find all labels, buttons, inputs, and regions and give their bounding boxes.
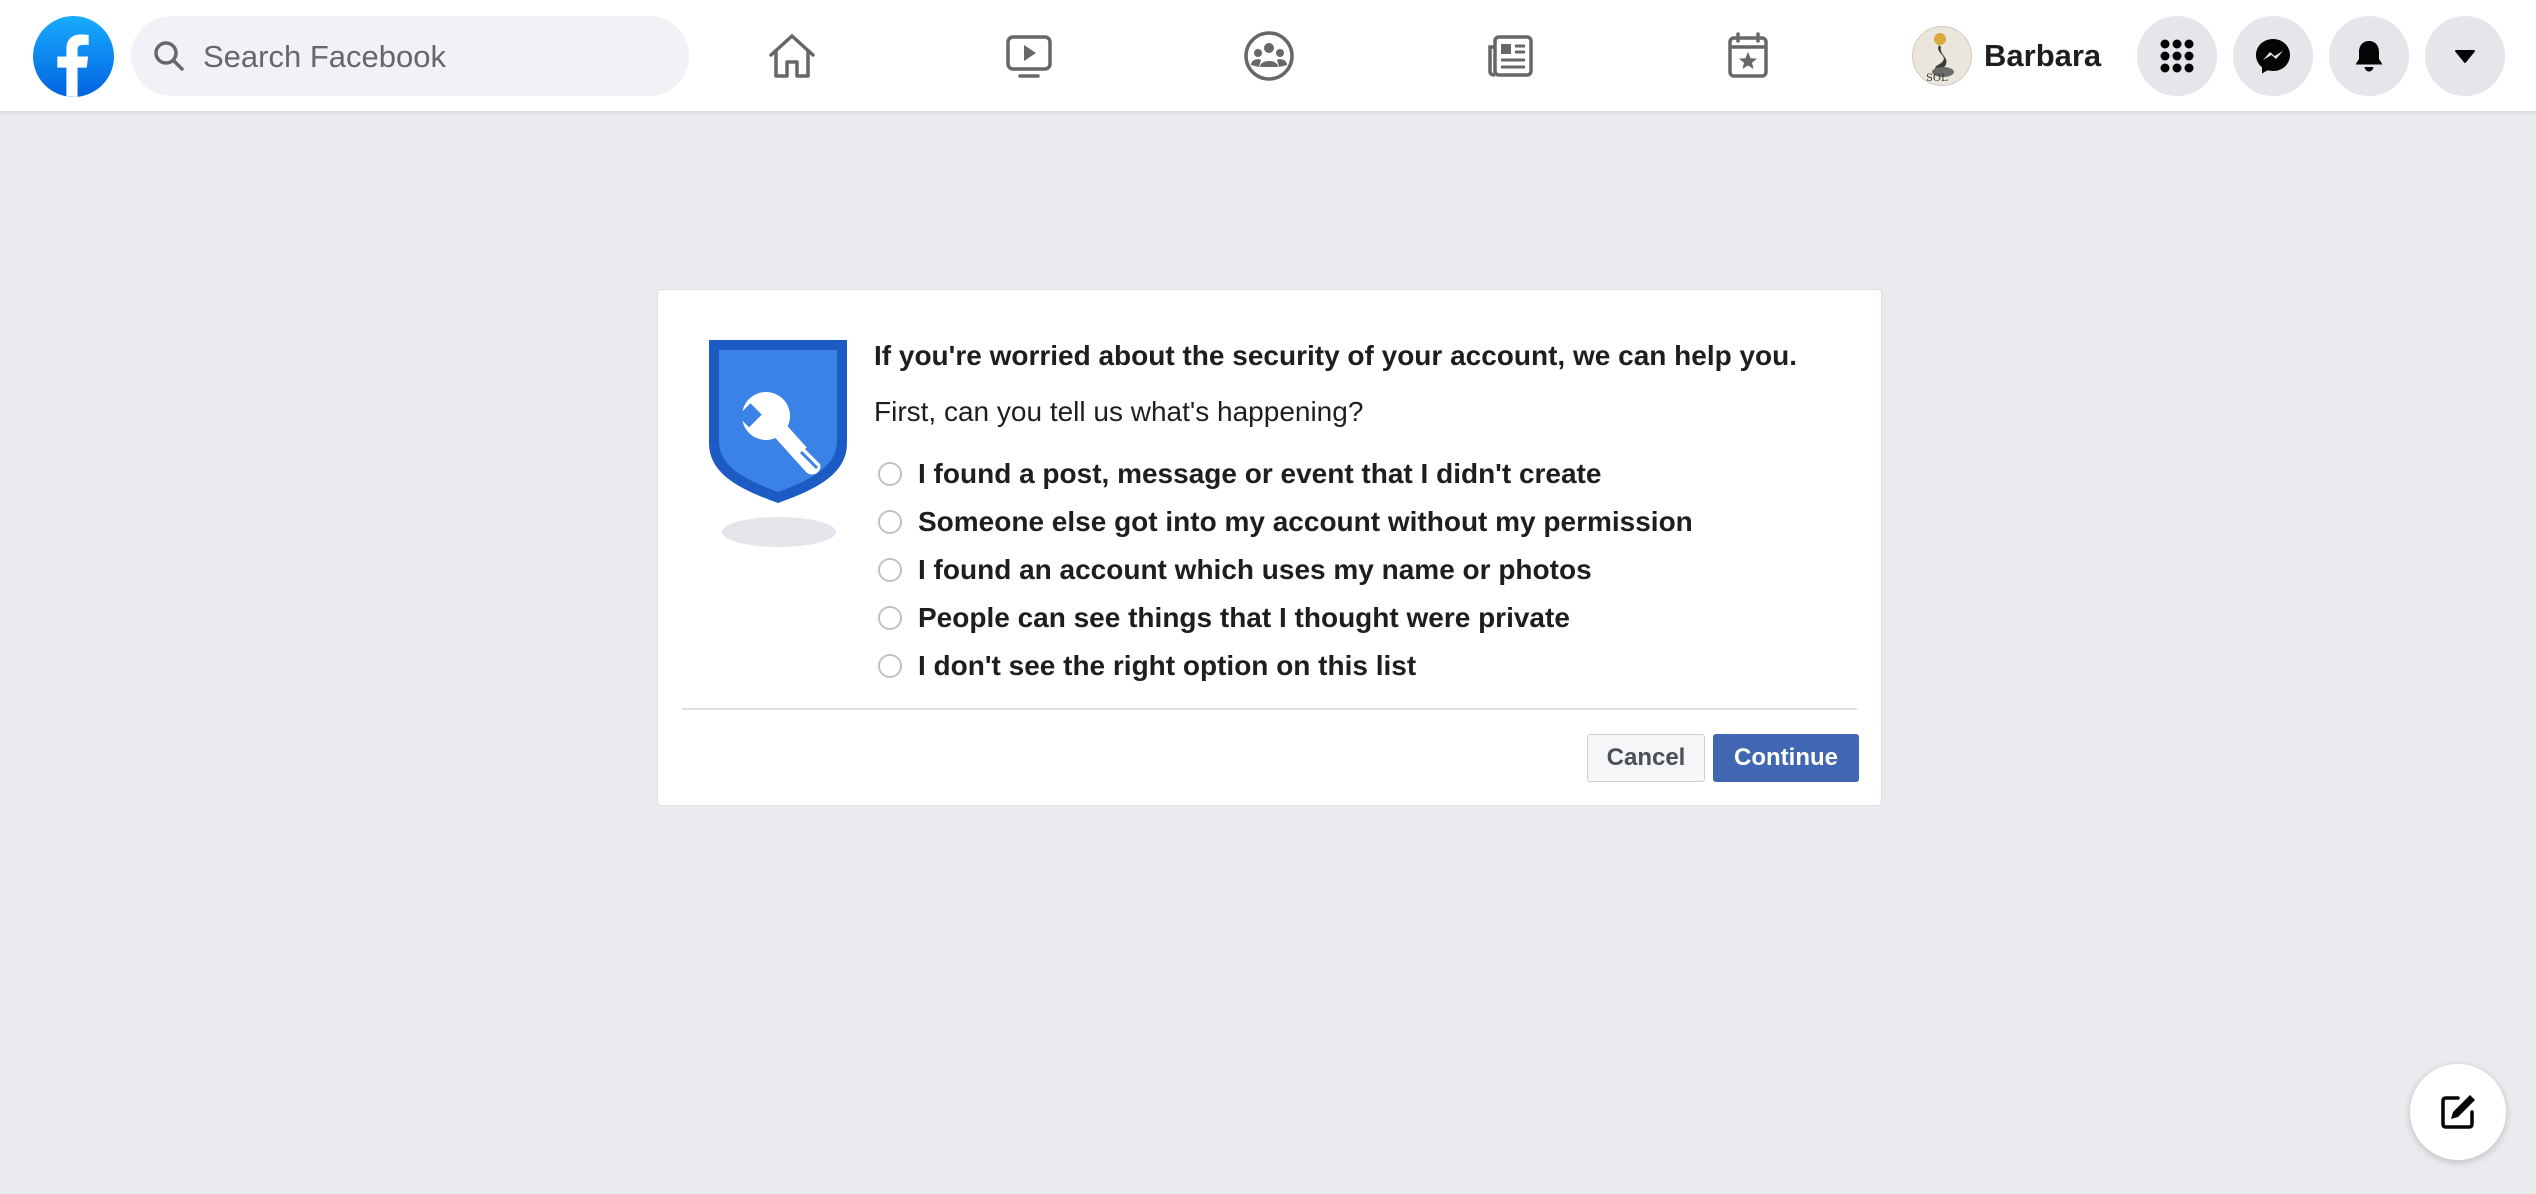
avatar: SOL (1912, 26, 1972, 86)
option-label[interactable]: Someone else got into my account without… (918, 506, 1693, 538)
radio-button[interactable] (878, 558, 902, 582)
radio-button[interactable] (878, 462, 902, 486)
tab-groups[interactable] (1209, 14, 1329, 98)
option-other[interactable]: I don't see the right option on this lis… (878, 642, 1693, 690)
option-privacy[interactable]: People can see things that I thought wer… (878, 594, 1693, 642)
menu-button[interactable] (2137, 16, 2217, 96)
facebook-logo-icon[interactable] (33, 16, 114, 97)
compose-icon (2441, 1095, 2475, 1129)
option-account-accessed[interactable]: Someone else got into my account without… (878, 498, 1693, 546)
dialog-divider (682, 708, 1857, 710)
option-list: I found a post, message or event that I … (878, 450, 1693, 690)
groups-icon (1244, 31, 1294, 81)
profile-name[interactable]: Barbara (1984, 38, 2101, 74)
security-help-dialog: If you're worried about the security of … (657, 289, 1882, 806)
bell-icon (2355, 41, 2383, 72)
messenger-button[interactable] (2233, 16, 2313, 96)
newspaper-icon (1488, 35, 1533, 77)
dialog-heading: If you're worried about the security of … (874, 340, 1798, 371)
dialog-subheading: First, can you tell us what's happening? (874, 396, 1364, 427)
radio-button[interactable] (878, 510, 902, 534)
security-shield-wrench-icon (704, 338, 854, 548)
search-bar[interactable] (131, 16, 689, 98)
tab-pages[interactable] (1688, 14, 1808, 98)
caret-down-icon (2455, 50, 2475, 63)
option-label[interactable]: I found an account which uses my name or… (918, 554, 1592, 586)
tab-home[interactable] (732, 14, 852, 98)
option-label[interactable]: I found a post, message or event that I … (918, 458, 1601, 490)
option-post-message-event[interactable]: I found a post, message or event that I … (878, 450, 1693, 498)
home-icon (769, 34, 815, 78)
top-navigation-bar: SOL Barbara (0, 0, 2536, 112)
radio-button[interactable] (878, 606, 902, 630)
tab-news[interactable] (1450, 14, 1570, 98)
notifications-button[interactable] (2329, 16, 2409, 96)
continue-button[interactable]: Continue (1713, 734, 1859, 782)
radio-button[interactable] (878, 654, 902, 678)
search-input[interactable] (201, 16, 665, 98)
option-label[interactable]: I don't see the right option on this lis… (918, 650, 1416, 682)
calendar-star-icon (1728, 32, 1768, 78)
svg-text:SOL: SOL (1926, 73, 1948, 84)
profile-link[interactable]: SOL Barbara (1912, 22, 2115, 90)
cancel-button[interactable]: Cancel (1587, 734, 1705, 782)
option-impersonation[interactable]: I found an account which uses my name or… (878, 546, 1693, 594)
tab-watch[interactable] (969, 14, 1089, 98)
grid-menu-icon (2160, 39, 2194, 73)
search-icon (154, 41, 184, 71)
messenger-icon (2256, 39, 2290, 74)
video-play-icon (1006, 35, 1052, 78)
option-label[interactable]: People can see things that I thought wer… (918, 602, 1570, 634)
new-message-button[interactable] (2410, 1064, 2506, 1160)
account-menu-button[interactable] (2425, 16, 2505, 96)
